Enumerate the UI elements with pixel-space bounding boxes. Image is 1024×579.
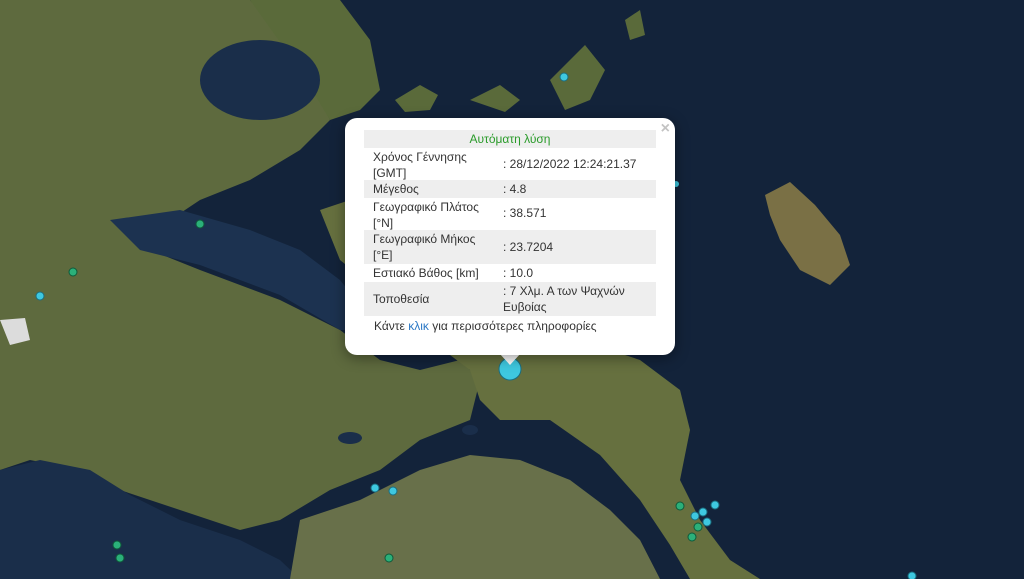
field-depth: Εστιακό Βάθος [km] : 10.0 xyxy=(364,264,656,282)
footer-text: Κάντε xyxy=(374,319,409,333)
field-value: : 10.0 xyxy=(503,266,534,280)
field-magnitude: Μέγεθος : 4.8 xyxy=(364,180,656,198)
popup-title: Αυτόματη λύση xyxy=(364,130,656,148)
field-label: Γεωγραφικό Μήκος [°E] xyxy=(373,232,476,262)
field-latitude: Γεωγραφικό Πλάτος [°N] : 38.571 xyxy=(364,198,656,230)
field-value: : 4.8 xyxy=(503,182,527,196)
field-label: Τοποθεσία xyxy=(373,292,430,306)
field-longitude: Γεωγραφικό Μήκος [°E] : 23.7204 xyxy=(364,230,656,264)
field-origin-time: Χρόνος Γέννησης [GMT] : 28/12/2022 12:24… xyxy=(364,148,656,180)
map-canvas[interactable]: × Αυτόματη λύση Χρόνος Γέννησης [GMT] : … xyxy=(0,0,1024,579)
field-label: Εστιακό Βάθος [km] xyxy=(373,266,479,280)
field-label: Μέγεθος xyxy=(373,182,419,196)
field-label: Χρόνος Γέννησης [GMT] xyxy=(373,150,467,180)
field-value: : 38.571 xyxy=(503,206,547,220)
field-label: Γεωγραφικό Πλάτος [°N] xyxy=(373,200,479,230)
field-value: : 28/12/2022 12:24:21.37 xyxy=(503,157,637,171)
field-value: : 23.7204 xyxy=(503,240,554,254)
field-location: Τοποθεσία : 7 Χλμ. Α των Ψαχνών Ευβοίας xyxy=(364,282,656,316)
more-info-link[interactable]: κλικ xyxy=(408,319,429,333)
close-icon[interactable]: × xyxy=(661,120,670,138)
popup-footer: Κάντε κλικ για περισσότερες πληροφορίες xyxy=(364,317,656,335)
footer-text-suffix: για περισσότερες πληροφορίες xyxy=(428,319,597,333)
earthquake-popup: × Αυτόματη λύση Χρόνος Γέννησης [GMT] : … xyxy=(345,118,675,355)
field-value: : 7 Χλμ. Α των Ψαχνών Ευβοίας xyxy=(503,284,625,314)
